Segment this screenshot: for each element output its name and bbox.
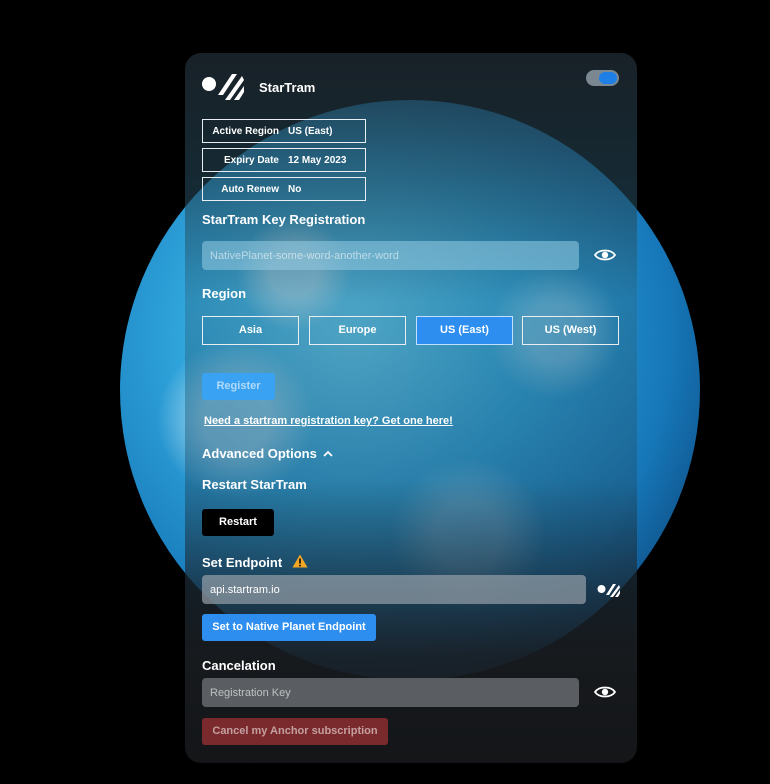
warning-icon <box>292 554 308 568</box>
toggle-knob <box>599 72 617 84</box>
region-title: Region <box>202 286 247 301</box>
chevron-up-icon <box>323 450 334 457</box>
restart-button[interactable]: Restart <box>202 509 274 536</box>
info-value: No <box>288 184 302 195</box>
region-us-east-button[interactable]: US (East) <box>416 316 513 345</box>
startram-toggle[interactable] <box>586 70 619 86</box>
info-label: Expiry Date <box>223 155 279 166</box>
nativeplanet-logo-icon <box>202 74 244 100</box>
region-us-west-button[interactable]: US (West) <box>522 316 619 345</box>
set-native-planet-endpoint-button[interactable]: Set to Native Planet Endpoint <box>202 614 376 641</box>
info-label: Active Region <box>212 126 279 137</box>
active-region-box: Active Region US (East) <box>202 119 366 143</box>
nativeplanet-logo-icon[interactable] <box>597 583 621 597</box>
region-asia-button[interactable]: Asia <box>202 316 299 345</box>
eye-icon[interactable] <box>594 685 616 699</box>
startram-panel: StarTram Active Region US (East) Expiry … <box>185 53 637 763</box>
cancel-registration-key-input[interactable] <box>202 678 579 707</box>
expiry-date-box: Expiry Date 12 May 2023 <box>202 148 366 172</box>
cancel-subscription-button[interactable]: Cancel my Anchor subscription <box>202 718 388 745</box>
endpoint-input[interactable] <box>202 575 586 604</box>
app-title: StarTram <box>259 80 316 95</box>
key-registration-title: StarTram Key Registration <box>202 212 366 227</box>
registration-key-input[interactable] <box>202 241 579 270</box>
info-value: 12 May 2023 <box>288 155 347 166</box>
restart-startram-title: Restart StarTram <box>202 477 307 492</box>
auto-renew-box: Auto Renew No <box>202 177 366 201</box>
cancelation-title: Cancelation <box>202 658 276 673</box>
register-button[interactable]: Register <box>202 373 275 400</box>
eye-icon[interactable] <box>594 248 616 262</box>
get-key-link[interactable]: Need a startram registration key? Get on… <box>204 415 453 427</box>
set-endpoint-label: Set Endpoint <box>202 555 283 570</box>
info-label: Auto Renew <box>221 184 279 195</box>
set-endpoint-title: Set Endpoint <box>202 554 308 570</box>
info-value: US (East) <box>288 126 333 137</box>
advanced-options-toggle[interactable]: Advanced Options <box>202 446 334 461</box>
advanced-options-label: Advanced Options <box>202 446 317 461</box>
region-europe-button[interactable]: Europe <box>309 316 406 345</box>
